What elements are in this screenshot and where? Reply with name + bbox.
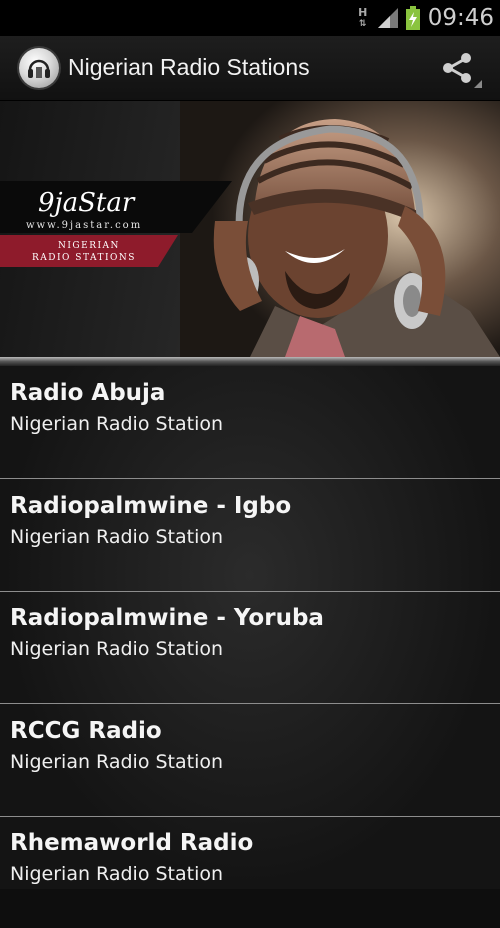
status-bar: H ⇅ 09:46 [0, 0, 500, 36]
network-type-indicator: H ⇅ [358, 5, 368, 29]
station-subtitle: Nigerian Radio Station [10, 638, 224, 660]
list-item[interactable]: Radiopalmwine - Igbo Nigerian Radio Stat… [0, 479, 500, 592]
banner-tagline-line2: RADIO STATIONS [32, 253, 136, 263]
battery-icon [405, 6, 420, 30]
share-icon [443, 53, 482, 88]
clock: 09:46 [427, 5, 494, 31]
list-item[interactable]: Radiopalmwine - Yoruba Nigerian Radio St… [0, 591, 500, 704]
station-subtitle: Nigerian Radio Station [10, 413, 224, 435]
banner-tagline-line1: NIGERIAN [58, 241, 120, 251]
station-name: Radio Abuja [10, 380, 166, 406]
station-subtitle: Nigerian Radio Station [10, 751, 224, 773]
banner-brand: 9jaStar [38, 188, 136, 218]
station-name: Radiopalmwine - Yoruba [10, 605, 324, 631]
banner-image: 9jaStar www.9jastar.com NIGERIAN RADIO S… [0, 101, 500, 357]
list-item[interactable]: RCCG Radio Nigerian Radio Station [0, 704, 500, 817]
banner-artwork: 9jaStar www.9jastar.com NIGERIAN RADIO S… [0, 101, 500, 357]
list-item[interactable]: Rhemaworld Radio Nigerian Radio Station [0, 816, 500, 928]
share-button[interactable] [436, 50, 484, 90]
station-list[interactable]: Radio Abuja Nigerian Radio Station Radio… [0, 366, 500, 889]
station-name: Rhemaworld Radio [10, 830, 254, 856]
signal-icon [377, 8, 398, 28]
station-name: Radiopalmwine - Igbo [10, 493, 292, 519]
station-subtitle: Nigerian Radio Station [10, 863, 224, 885]
status-icons: H ⇅ 09:46 [356, 0, 494, 36]
app-title: Nigerian Radio Stations [68, 54, 310, 80]
station-name: RCCG Radio [10, 718, 162, 744]
banner-divider [0, 357, 500, 366]
station-subtitle: Nigerian Radio Station [10, 526, 224, 548]
banner-url: www.9jastar.com [26, 220, 142, 231]
list-item[interactable]: Radio Abuja Nigerian Radio Station [0, 366, 500, 479]
action-bar: Nigerian Radio Stations [0, 36, 500, 101]
radio-headphones-icon[interactable] [19, 48, 59, 88]
